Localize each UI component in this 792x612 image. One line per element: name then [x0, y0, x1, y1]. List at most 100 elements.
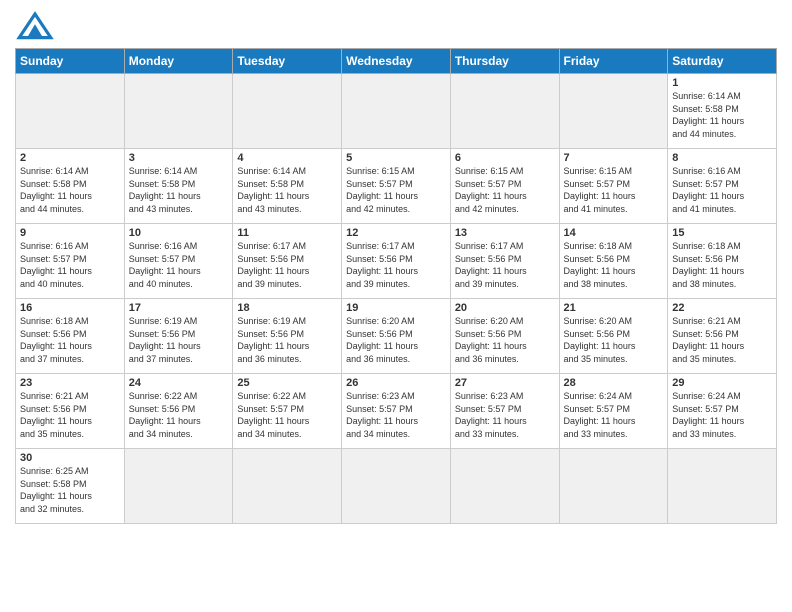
calendar-cell: 25Sunrise: 6:22 AM Sunset: 5:57 PM Dayli… — [233, 374, 342, 449]
calendar-cell — [342, 74, 451, 149]
day-number: 16 — [20, 302, 120, 314]
calendar-cell: 8Sunrise: 6:16 AM Sunset: 5:57 PM Daylig… — [668, 149, 777, 224]
day-info: Sunrise: 6:14 AM Sunset: 5:58 PM Dayligh… — [237, 165, 337, 215]
day-info: Sunrise: 6:20 AM Sunset: 5:56 PM Dayligh… — [455, 315, 555, 365]
day-info: Sunrise: 6:21 AM Sunset: 5:56 PM Dayligh… — [20, 390, 120, 440]
calendar-cell: 6Sunrise: 6:15 AM Sunset: 5:57 PM Daylig… — [450, 149, 559, 224]
day-info: Sunrise: 6:15 AM Sunset: 5:57 PM Dayligh… — [455, 165, 555, 215]
calendar-cell: 2Sunrise: 6:14 AM Sunset: 5:58 PM Daylig… — [16, 149, 125, 224]
calendar-cell: 15Sunrise: 6:18 AM Sunset: 5:56 PM Dayli… — [668, 224, 777, 299]
day-number: 19 — [346, 302, 446, 314]
day-info: Sunrise: 6:14 AM Sunset: 5:58 PM Dayligh… — [672, 90, 772, 140]
calendar-cell: 7Sunrise: 6:15 AM Sunset: 5:57 PM Daylig… — [559, 149, 668, 224]
day-info: Sunrise: 6:21 AM Sunset: 5:56 PM Dayligh… — [672, 315, 772, 365]
day-number: 21 — [564, 302, 664, 314]
calendar-cell: 11Sunrise: 6:17 AM Sunset: 5:56 PM Dayli… — [233, 224, 342, 299]
day-info: Sunrise: 6:16 AM Sunset: 5:57 PM Dayligh… — [129, 240, 229, 290]
day-info: Sunrise: 6:20 AM Sunset: 5:56 PM Dayligh… — [346, 315, 446, 365]
calendar-day-header: Friday — [559, 49, 668, 74]
calendar-cell — [450, 449, 559, 524]
calendar-header-row: SundayMondayTuesdayWednesdayThursdayFrid… — [16, 49, 777, 74]
day-number: 15 — [672, 227, 772, 239]
day-number: 29 — [672, 377, 772, 389]
day-info: Sunrise: 6:25 AM Sunset: 5:58 PM Dayligh… — [20, 465, 120, 515]
calendar-cell — [233, 74, 342, 149]
calendar-cell: 16Sunrise: 6:18 AM Sunset: 5:56 PM Dayli… — [16, 299, 125, 374]
calendar-row: 2Sunrise: 6:14 AM Sunset: 5:58 PM Daylig… — [16, 149, 777, 224]
day-info: Sunrise: 6:22 AM Sunset: 5:57 PM Dayligh… — [237, 390, 337, 440]
day-info: Sunrise: 6:24 AM Sunset: 5:57 PM Dayligh… — [564, 390, 664, 440]
calendar: SundayMondayTuesdayWednesdayThursdayFrid… — [15, 48, 777, 524]
day-number: 4 — [237, 152, 337, 164]
calendar-day-header: Wednesday — [342, 49, 451, 74]
day-info: Sunrise: 6:16 AM Sunset: 5:57 PM Dayligh… — [20, 240, 120, 290]
day-number: 8 — [672, 152, 772, 164]
day-number: 7 — [564, 152, 664, 164]
calendar-cell: 20Sunrise: 6:20 AM Sunset: 5:56 PM Dayli… — [450, 299, 559, 374]
day-info: Sunrise: 6:20 AM Sunset: 5:56 PM Dayligh… — [564, 315, 664, 365]
day-info: Sunrise: 6:17 AM Sunset: 5:56 PM Dayligh… — [346, 240, 446, 290]
calendar-row: 1Sunrise: 6:14 AM Sunset: 5:58 PM Daylig… — [16, 74, 777, 149]
day-info: Sunrise: 6:17 AM Sunset: 5:56 PM Dayligh… — [237, 240, 337, 290]
day-number: 9 — [20, 227, 120, 239]
day-number: 18 — [237, 302, 337, 314]
calendar-row: 16Sunrise: 6:18 AM Sunset: 5:56 PM Dayli… — [16, 299, 777, 374]
calendar-day-header: Tuesday — [233, 49, 342, 74]
day-number: 22 — [672, 302, 772, 314]
day-info: Sunrise: 6:23 AM Sunset: 5:57 PM Dayligh… — [346, 390, 446, 440]
calendar-header: SundayMondayTuesdayWednesdayThursdayFrid… — [16, 49, 777, 74]
calendar-cell — [668, 449, 777, 524]
calendar-day-header: Thursday — [450, 49, 559, 74]
day-number: 23 — [20, 377, 120, 389]
day-number: 28 — [564, 377, 664, 389]
calendar-cell: 30Sunrise: 6:25 AM Sunset: 5:58 PM Dayli… — [16, 449, 125, 524]
calendar-cell: 21Sunrise: 6:20 AM Sunset: 5:56 PM Dayli… — [559, 299, 668, 374]
day-info: Sunrise: 6:15 AM Sunset: 5:57 PM Dayligh… — [564, 165, 664, 215]
calendar-cell: 10Sunrise: 6:16 AM Sunset: 5:57 PM Dayli… — [124, 224, 233, 299]
day-info: Sunrise: 6:18 AM Sunset: 5:56 PM Dayligh… — [672, 240, 772, 290]
calendar-cell: 22Sunrise: 6:21 AM Sunset: 5:56 PM Dayli… — [668, 299, 777, 374]
calendar-cell — [233, 449, 342, 524]
calendar-cell: 13Sunrise: 6:17 AM Sunset: 5:56 PM Dayli… — [450, 224, 559, 299]
day-info: Sunrise: 6:18 AM Sunset: 5:56 PM Dayligh… — [564, 240, 664, 290]
calendar-cell: 5Sunrise: 6:15 AM Sunset: 5:57 PM Daylig… — [342, 149, 451, 224]
calendar-cell: 14Sunrise: 6:18 AM Sunset: 5:56 PM Dayli… — [559, 224, 668, 299]
calendar-cell: 18Sunrise: 6:19 AM Sunset: 5:56 PM Dayli… — [233, 299, 342, 374]
day-number: 12 — [346, 227, 446, 239]
calendar-cell: 19Sunrise: 6:20 AM Sunset: 5:56 PM Dayli… — [342, 299, 451, 374]
calendar-cell: 24Sunrise: 6:22 AM Sunset: 5:56 PM Dayli… — [124, 374, 233, 449]
calendar-cell — [559, 449, 668, 524]
logo — [15, 10, 60, 40]
day-info: Sunrise: 6:14 AM Sunset: 5:58 PM Dayligh… — [20, 165, 120, 215]
calendar-cell: 28Sunrise: 6:24 AM Sunset: 5:57 PM Dayli… — [559, 374, 668, 449]
calendar-cell: 27Sunrise: 6:23 AM Sunset: 5:57 PM Dayli… — [450, 374, 559, 449]
day-info: Sunrise: 6:18 AM Sunset: 5:56 PM Dayligh… — [20, 315, 120, 365]
day-number: 20 — [455, 302, 555, 314]
page: SundayMondayTuesdayWednesdayThursdayFrid… — [0, 0, 792, 612]
calendar-cell: 1Sunrise: 6:14 AM Sunset: 5:58 PM Daylig… — [668, 74, 777, 149]
calendar-cell: 12Sunrise: 6:17 AM Sunset: 5:56 PM Dayli… — [342, 224, 451, 299]
day-number: 30 — [20, 452, 120, 464]
day-number: 5 — [346, 152, 446, 164]
day-number: 24 — [129, 377, 229, 389]
calendar-row: 30Sunrise: 6:25 AM Sunset: 5:58 PM Dayli… — [16, 449, 777, 524]
day-info: Sunrise: 6:22 AM Sunset: 5:56 PM Dayligh… — [129, 390, 229, 440]
calendar-cell: 23Sunrise: 6:21 AM Sunset: 5:56 PM Dayli… — [16, 374, 125, 449]
calendar-body: 1Sunrise: 6:14 AM Sunset: 5:58 PM Daylig… — [16, 74, 777, 524]
calendar-cell — [342, 449, 451, 524]
day-number: 26 — [346, 377, 446, 389]
day-info: Sunrise: 6:17 AM Sunset: 5:56 PM Dayligh… — [455, 240, 555, 290]
calendar-cell — [124, 449, 233, 524]
day-number: 13 — [455, 227, 555, 239]
header — [15, 10, 777, 40]
calendar-cell: 3Sunrise: 6:14 AM Sunset: 5:58 PM Daylig… — [124, 149, 233, 224]
day-info: Sunrise: 6:24 AM Sunset: 5:57 PM Dayligh… — [672, 390, 772, 440]
calendar-cell — [559, 74, 668, 149]
day-number: 25 — [237, 377, 337, 389]
day-info: Sunrise: 6:19 AM Sunset: 5:56 PM Dayligh… — [129, 315, 229, 365]
day-number: 27 — [455, 377, 555, 389]
day-number: 14 — [564, 227, 664, 239]
day-info: Sunrise: 6:14 AM Sunset: 5:58 PM Dayligh… — [129, 165, 229, 215]
day-number: 11 — [237, 227, 337, 239]
day-number: 10 — [129, 227, 229, 239]
